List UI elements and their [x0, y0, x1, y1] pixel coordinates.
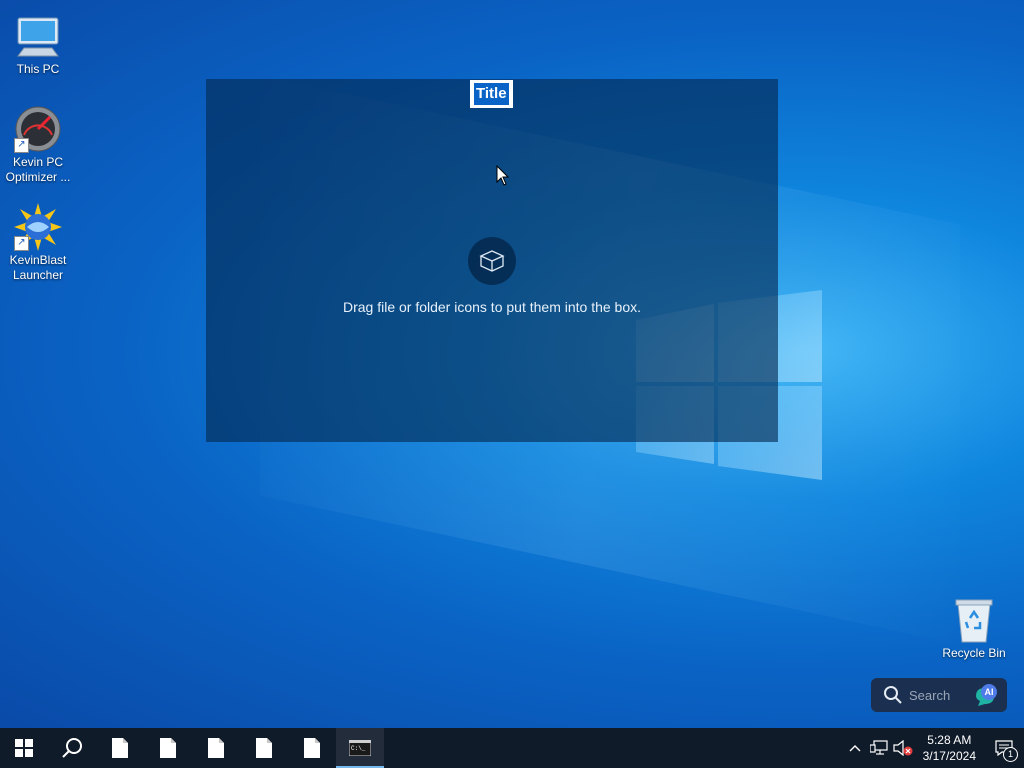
desktop-icon-label: KevinBlast Launcher [9, 253, 67, 282]
recycle-bin-icon [950, 596, 998, 644]
taskbar-app-file-1[interactable] [96, 728, 144, 768]
desktop: This PC ↗ Kevin PC Optimizer ... ↗ Kevin… [0, 0, 1024, 728]
taskbar: C:\_ 5:28 AM 3/17/2024 1 [0, 728, 1024, 768]
ai-assistant-button[interactable]: AI [973, 682, 999, 708]
desktop-icon-recycle-bin[interactable]: Recycle Bin [936, 596, 1012, 661]
taskbar-app-terminal[interactable]: C:\_ [336, 728, 384, 768]
fence-title-text[interactable]: Title [474, 83, 509, 105]
box-icon [468, 237, 516, 285]
volume-muted-icon [893, 740, 913, 756]
network-icon [869, 740, 888, 755]
desktop-icon-kevin-pc-optimizer[interactable]: ↗ Kevin PC Optimizer ... [0, 105, 76, 185]
document-icon [304, 738, 320, 758]
clock-time: 5:28 AM [927, 733, 972, 747]
desktop-icon-kevinblast-launcher[interactable]: ↗ KevinBlast Launcher [0, 203, 76, 283]
desktop-icon-label: Recycle Bin [942, 646, 1006, 660]
search-icon [62, 738, 82, 758]
search-widget[interactable]: Search AI [871, 678, 1007, 712]
show-hidden-icons-button[interactable] [843, 728, 867, 768]
desktop-fence-box[interactable]: Title Drag file or folder icons to put t… [206, 79, 778, 442]
computer-icon [14, 12, 62, 60]
windows-icon [15, 739, 33, 757]
taskbar-app-file-2[interactable] [144, 728, 192, 768]
network-button[interactable] [867, 728, 891, 768]
search-icon [884, 686, 902, 704]
terminal-icon: C:\_ [349, 740, 371, 756]
volume-button[interactable] [891, 728, 915, 768]
desktop-icon-label: This PC [16, 62, 60, 76]
clock-date: 3/17/2024 [922, 749, 976, 763]
chevron-up-icon [849, 745, 861, 752]
desktop-icon-label: Kevin PC Optimizer ... [5, 155, 71, 184]
shortcut-arrow-icon: ↗ [14, 236, 29, 251]
document-icon [112, 738, 128, 758]
shortcut-arrow-icon: ↗ [14, 138, 29, 153]
speedometer-icon: ↗ [14, 105, 62, 153]
start-button[interactable] [0, 728, 48, 768]
taskbar-app-file-4[interactable] [240, 728, 288, 768]
fence-empty-hint: Drag file or folder icons to put them in… [342, 299, 642, 315]
search-widget-placeholder[interactable]: Search [909, 688, 950, 703]
document-icon [208, 738, 224, 758]
fence-title-editor[interactable]: Title [470, 80, 513, 108]
notification-count-badge: 1 [1003, 747, 1018, 762]
svg-text:C:\_: C:\_ [351, 745, 366, 752]
svg-text:AI: AI [985, 687, 994, 697]
document-icon [256, 738, 272, 758]
document-icon [160, 738, 176, 758]
taskbar-app-file-3[interactable] [192, 728, 240, 768]
system-tray: 5:28 AM 3/17/2024 1 [843, 728, 1024, 768]
globe-burst-icon: ↗ [14, 203, 62, 251]
action-center-button[interactable]: 1 [984, 728, 1024, 768]
taskbar-clock[interactable]: 5:28 AM 3/17/2024 [915, 732, 984, 764]
taskbar-app-file-5[interactable] [288, 728, 336, 768]
ai-chat-icon: AI [976, 684, 997, 706]
mouse-cursor-icon [496, 164, 510, 187]
desktop-icon-this-pc[interactable]: This PC [0, 12, 76, 77]
taskbar-search-button[interactable] [48, 728, 96, 768]
